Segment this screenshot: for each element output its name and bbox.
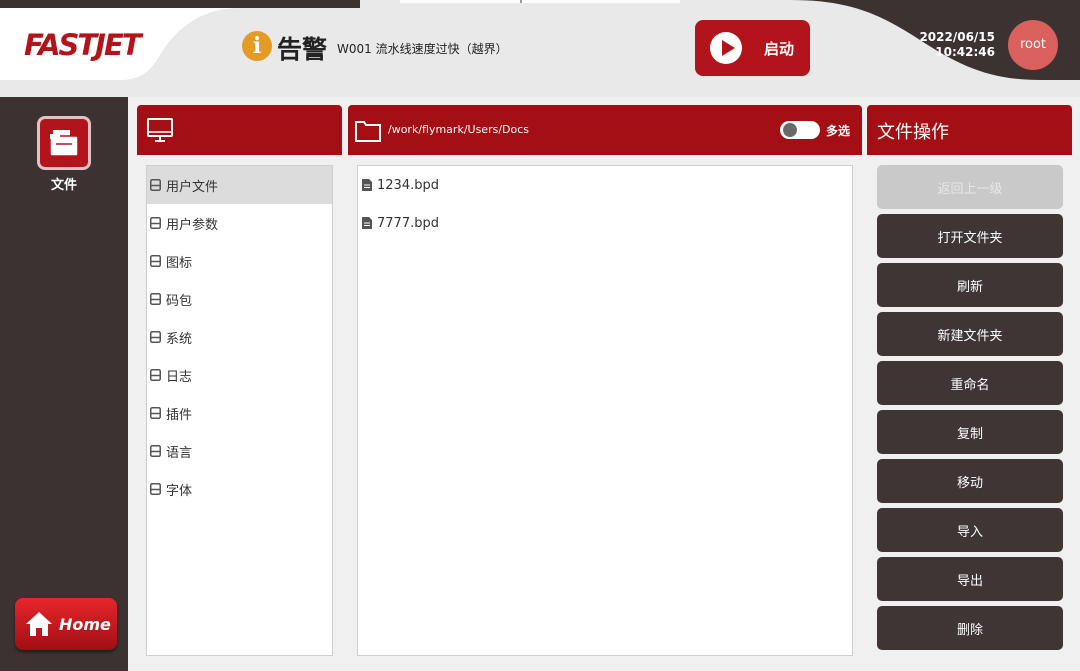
tree-panel-header — [137, 105, 342, 155]
start-button-label: 启动 — [764, 39, 795, 58]
tree-item[interactable]: 插件 — [147, 394, 332, 432]
tree-item-label: 字体 — [166, 483, 193, 499]
drive-icon — [150, 331, 161, 343]
op-button[interactable]: 重命名 — [877, 361, 1063, 405]
current-path: /work/flymark/Users/Docs — [388, 123, 530, 136]
home-icon — [26, 612, 52, 636]
file-icon — [362, 217, 372, 229]
nav-file-button[interactable] — [37, 116, 91, 170]
tree-item-label: 码包 — [166, 293, 193, 309]
folder-icon — [49, 130, 79, 157]
tree-item[interactable]: 码包 — [147, 280, 332, 318]
datetime: 2022/06/15 10:42:46 — [905, 30, 995, 60]
ops-panel-header: 文件操作 — [867, 105, 1072, 155]
drive-icon — [150, 483, 161, 495]
home-button[interactable]: Home — [15, 598, 117, 650]
op-button[interactable]: 新建文件夹 — [877, 312, 1063, 356]
op-button[interactable]: 导入 — [877, 508, 1063, 552]
time-text: 10:42:46 — [935, 45, 995, 59]
file-item-label: 1234.bpd — [377, 177, 439, 193]
drive-icon — [150, 445, 161, 457]
drive-icon — [150, 255, 161, 267]
op-button[interactable]: 打开文件夹 — [877, 214, 1063, 258]
play-icon — [710, 32, 742, 64]
tree-item[interactable]: 用户参数 — [147, 204, 332, 242]
ops-title: 文件操作 — [877, 122, 949, 143]
drive-icon — [150, 217, 161, 229]
tree-item[interactable]: 日志 — [147, 356, 332, 394]
fastjet-logo: FASTJET — [24, 28, 142, 62]
tree-item-label: 语言 — [166, 445, 193, 461]
date-text: 2022/06/15 — [919, 30, 995, 44]
user-avatar[interactable]: root — [1008, 20, 1058, 70]
nav-file-label: 文件 — [50, 178, 77, 193]
tree-item-label: 用户参数 — [166, 217, 219, 233]
directory-tree: 用户文件用户参数图标码包系统日志插件语言字体 — [146, 165, 333, 656]
file-item[interactable]: 7777.bpd — [358, 204, 852, 242]
monitor-icon — [147, 118, 173, 142]
drive-icon — [150, 179, 161, 191]
multi-select-toggle[interactable] — [780, 121, 820, 139]
tree-item[interactable]: 图标 — [147, 242, 332, 280]
op-button[interactable]: 刷新 — [877, 263, 1063, 307]
drive-icon — [150, 293, 161, 305]
file-item-label: 7777.bpd — [377, 215, 439, 231]
file-item[interactable]: 1234.bpd — [358, 166, 852, 204]
op-button[interactable]: 复制 — [877, 410, 1063, 454]
alarm-message[interactable]: W001 流水线速度过快（越界） — [337, 40, 508, 57]
op-button[interactable]: 移动 — [877, 459, 1063, 503]
folder-outline-icon — [355, 121, 381, 142]
multi-select-label: 多选 — [826, 124, 851, 138]
file-panel-header: /work/flymark/Users/Docs 多选 — [348, 105, 862, 155]
file-list: 1234.bpd 7777.bpd — [357, 165, 853, 656]
tree-item[interactable]: 系统 — [147, 318, 332, 356]
tree-item-label: 用户文件 — [166, 179, 219, 195]
tree-item[interactable]: 用户文件 — [147, 166, 332, 204]
tree-item-label: 日志 — [166, 369, 193, 385]
tree-item[interactable]: 字体 — [147, 470, 332, 508]
start-button[interactable]: 启动 — [695, 20, 810, 76]
tree-item-label: 插件 — [166, 407, 193, 423]
drive-icon — [150, 407, 161, 419]
file-icon — [362, 179, 372, 191]
op-button[interactable]: 删除 — [877, 606, 1063, 650]
main-area: 用户文件用户参数图标码包系统日志插件语言字体 /work/flymark/Use… — [128, 97, 1080, 671]
op-button[interactable]: 导出 — [877, 557, 1063, 601]
tree-item-label: 图标 — [166, 255, 193, 271]
top-bar: FASTJET i 告警 W001 流水线速度过快（越界） 启动 2022/06… — [0, 0, 1080, 97]
tree-item-label: 系统 — [166, 331, 193, 347]
home-label: Home — [59, 614, 111, 634]
alarm-title: 告警 — [277, 35, 328, 64]
op-button[interactable]: 返回上一级 — [877, 165, 1063, 209]
top-strip-separator — [520, 0, 522, 3]
left-nav: 文件 Home — [0, 97, 128, 671]
drive-icon — [150, 369, 161, 381]
info-icon: i — [242, 31, 272, 61]
top-strip — [400, 0, 680, 3]
tree-item[interactable]: 语言 — [147, 432, 332, 470]
